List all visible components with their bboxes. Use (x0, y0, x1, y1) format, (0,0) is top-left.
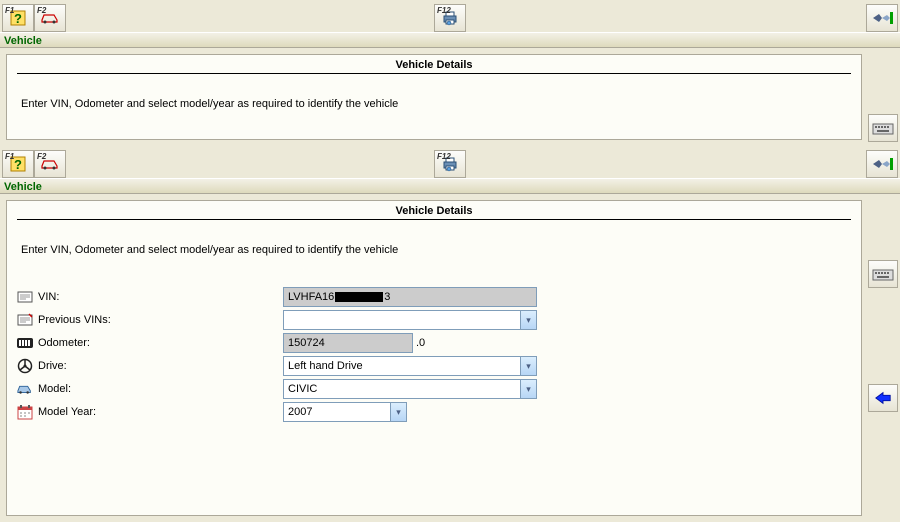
model-year-combo[interactable]: 2007 ▾ (283, 402, 407, 422)
drive-label: Drive: (38, 360, 283, 372)
arrow-left-icon (874, 391, 892, 405)
prev-vins-label: Previous VINs: (38, 314, 283, 326)
model-value: CIVIC (288, 383, 317, 395)
chevron-down-icon: ▾ (390, 403, 406, 421)
connector-icon (871, 156, 893, 172)
connection-button[interactable] (866, 150, 898, 178)
connection-button[interactable] (866, 4, 898, 32)
svg-text:?: ? (14, 157, 22, 172)
chevron-down-icon: ▾ (520, 357, 536, 375)
drive-icon (17, 358, 33, 374)
instruction-text: Enter VIN, Odometer and select model/yea… (21, 244, 851, 256)
vin-icon (17, 289, 33, 305)
toolbar-bottom: F1 ? F2 F12 (0, 146, 900, 178)
chevron-down-icon: ▾ (520, 311, 536, 329)
model-combo[interactable]: CIVIC ▾ (283, 379, 537, 399)
model-year-icon (17, 404, 33, 420)
fkey-label: F2 (37, 152, 46, 161)
vehicle-button[interactable]: F2 (34, 4, 66, 32)
vin-input[interactable]: LVHFA163 (283, 287, 537, 307)
help-button[interactable]: F1 ? (2, 4, 34, 32)
section-header: Vehicle (0, 178, 900, 194)
section-header: Vehicle (0, 32, 900, 48)
keyboard-icon (872, 121, 894, 135)
chevron-down-icon: ▾ (520, 380, 536, 398)
panel-title: Vehicle Details (17, 59, 851, 73)
model-label: Model: (38, 383, 283, 395)
model-icon (17, 381, 33, 397)
print-button[interactable]: F12 (434, 150, 466, 178)
fkey-label: F1 (5, 152, 14, 161)
odometer-suffix: .0 (416, 337, 425, 349)
svg-text:?: ? (14, 11, 22, 26)
back-button[interactable] (868, 384, 898, 412)
toolbar-top: F1 ? F2 F12 (0, 0, 900, 32)
vehicle-details-panel: Vehicle Details Enter VIN, Odometer and … (6, 200, 862, 516)
redacted (335, 292, 383, 302)
fkey-label: F12 (437, 6, 451, 15)
fkey-label: F12 (437, 152, 451, 161)
prev-vins-combo[interactable]: ▾ (283, 310, 537, 330)
print-button[interactable]: F12 (434, 4, 466, 32)
model-year-label: Model Year: (38, 406, 283, 418)
prev-vins-icon (17, 312, 33, 328)
odometer-label: Odometer: (38, 337, 283, 349)
odometer-icon (17, 335, 33, 351)
panel-title: Vehicle Details (17, 205, 851, 219)
vehicle-button[interactable]: F2 (34, 150, 66, 178)
connector-icon (871, 10, 893, 26)
odometer-input[interactable] (283, 333, 413, 353)
instruction-text: Enter VIN, Odometer and select model/yea… (21, 98, 851, 110)
keyboard-button[interactable] (868, 260, 898, 288)
fkey-label: F1 (5, 6, 14, 15)
fkey-label: F2 (37, 6, 46, 15)
drive-value: Left hand Drive (288, 360, 363, 372)
vin-label: VIN: (38, 291, 283, 303)
model-year-value: 2007 (288, 406, 312, 418)
drive-combo[interactable]: Left hand Drive ▾ (283, 356, 537, 376)
vehicle-details-panel: Vehicle Details Enter VIN, Odometer and … (6, 54, 862, 140)
keyboard-button[interactable] (868, 114, 898, 142)
keyboard-icon (872, 267, 894, 281)
help-button[interactable]: F1 ? (2, 150, 34, 178)
